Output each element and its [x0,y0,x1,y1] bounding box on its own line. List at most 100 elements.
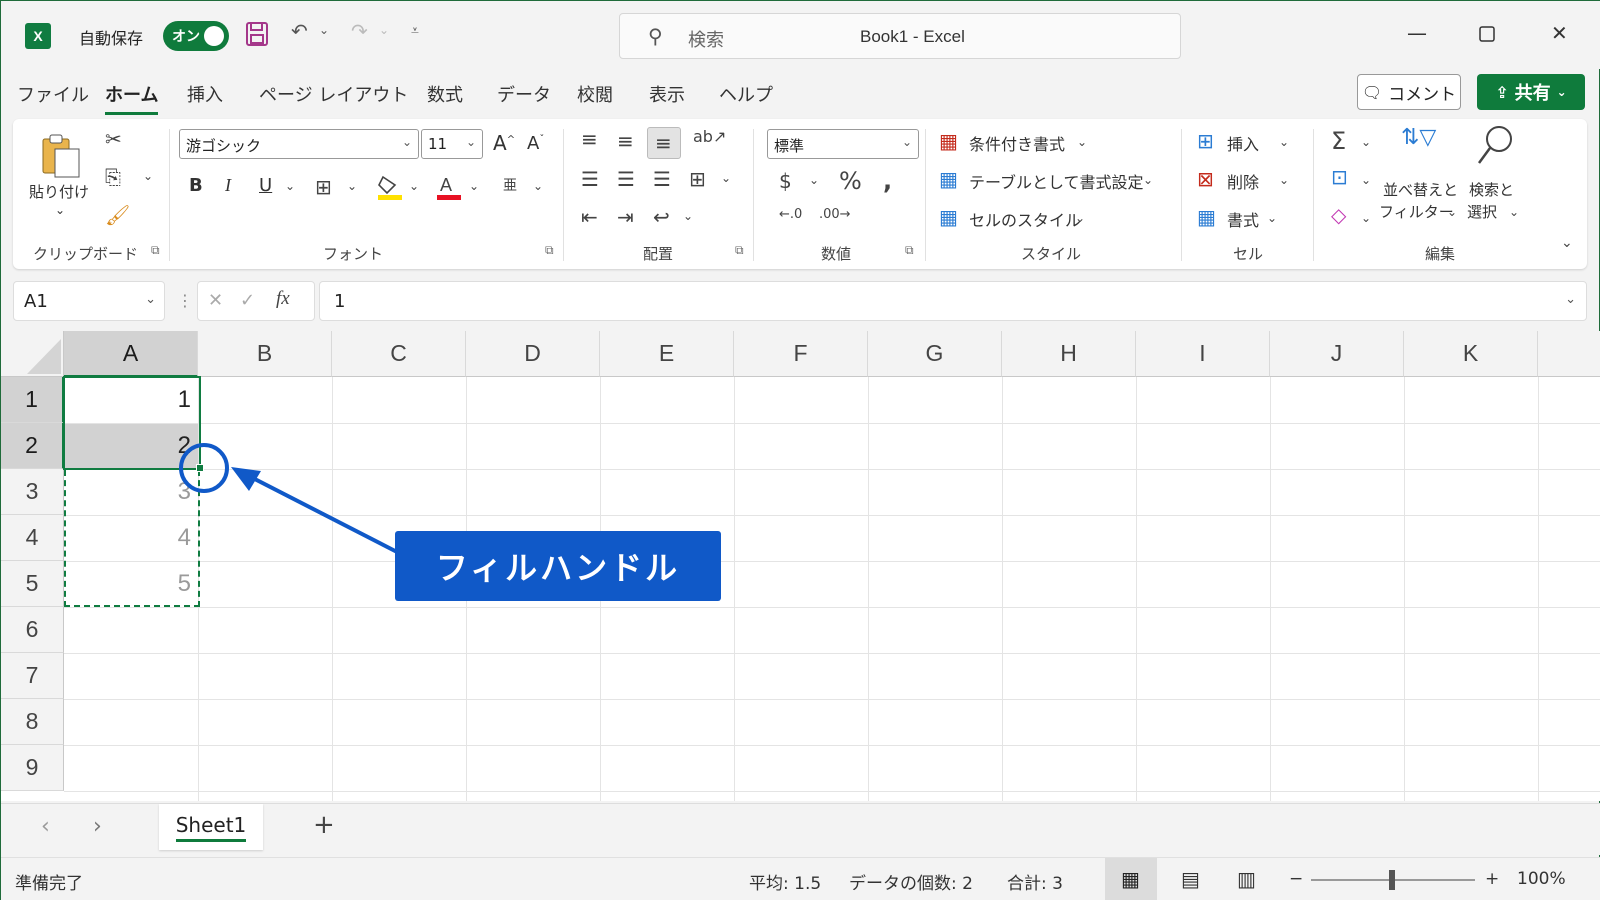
comment-button[interactable]: 🗨 コメント [1357,74,1461,110]
tab-home[interactable]: ホーム [105,81,159,115]
save-icon[interactable] [245,21,269,52]
zoom-level[interactable]: 100% [1517,869,1566,889]
fill-dropdown-icon[interactable]: ⌄ [1361,173,1371,187]
copy-icon[interactable]: ⎘ [105,165,121,189]
column-header-b[interactable]: B [198,331,332,377]
format-as-table-button[interactable]: テーブルとして書式設定 [969,169,1144,193]
autosum-dropdown-icon[interactable]: ⌄ [1361,135,1371,149]
page-layout-view-icon[interactable]: ▤ [1181,867,1200,891]
wrap-text-icon[interactable]: ↩ [653,205,670,229]
delete-cells-icon[interactable]: ⊠ [1197,167,1214,191]
tab-page-layout[interactable]: ページ レイアウト [259,81,408,107]
insert-cells-button[interactable]: 挿入 [1227,131,1259,155]
formula-input[interactable]: 1 ⌄ [319,281,1587,321]
increase-font-icon[interactable]: A^ [493,131,515,155]
decrease-font-icon[interactable]: Aˇ [527,133,544,154]
align-center-icon[interactable]: ☰ [617,167,635,191]
currency-dropdown-icon[interactable]: ⌄ [809,173,819,187]
copy-dropdown-icon[interactable]: ⌄ [143,169,153,183]
redo-dropdown-icon[interactable]: ⌄ [379,23,389,37]
merge-dropdown-icon[interactable]: ⌄ [721,171,731,185]
underline-dropdown-icon[interactable]: ⌄ [285,179,295,193]
conditional-format-icon[interactable]: ▦ [939,129,958,153]
align-middle-icon[interactable]: ≡ [617,129,634,153]
column-header-l[interactable] [1538,331,1600,377]
phonetic-dropdown-icon[interactable]: ⌄ [533,179,543,193]
row-header-5[interactable]: 5 [1,561,64,607]
format-as-table-icon[interactable]: ▦ [939,167,958,191]
row-header-6[interactable]: 6 [1,607,64,653]
status-average[interactable]: 平均: 1.5 [749,869,821,894]
tab-formulas[interactable]: 数式 [427,81,463,107]
name-box[interactable]: A1 ⌄ [13,281,165,321]
paste-icon[interactable] [39,131,83,184]
row-header-3[interactable]: 3 [1,469,64,515]
chevron-down-icon[interactable]: ⌄ [1143,173,1153,187]
cancel-icon[interactable]: ✕ [208,290,223,311]
column-header-a[interactable]: A [64,331,198,377]
paste-dropdown-icon[interactable]: ⌄ [55,203,65,217]
sort-filter-label-2[interactable]: フィルター [1379,201,1454,222]
zoom-in-icon[interactable]: + [1485,869,1499,889]
next-sheet-icon[interactable]: › [93,814,102,839]
undo-icon[interactable]: ↶ [291,19,308,43]
enter-icon[interactable]: ✓ [240,290,255,311]
paste-label[interactable]: 貼り付け [29,181,89,202]
clipboard-launcher-icon[interactable]: ⧉ [151,243,160,258]
insert-cells-icon[interactable]: ⊞ [1197,129,1214,153]
share-button[interactable]: ⇪ 共有 ⌄ [1477,74,1585,110]
clear-dropdown-icon[interactable]: ⌄ [1361,211,1371,225]
undo-dropdown-icon[interactable]: ⌄ [319,23,329,37]
align-top-icon[interactable]: ≡ [581,127,598,151]
increase-decimal-icon[interactable]: ←.0 [779,207,802,222]
select-all-button[interactable] [1,331,64,377]
status-count[interactable]: データの個数: 2 [849,869,973,894]
clear-icon[interactable]: ◇ [1331,203,1346,227]
cut-icon[interactable]: ✂ [105,127,122,151]
column-header-h[interactable]: H [1002,331,1136,377]
cell-styles-icon[interactable]: ▦ [939,205,958,229]
font-family-select[interactable]: 游ゴシック ⌄ [179,129,419,159]
row-header-8[interactable]: 8 [1,699,64,745]
wrap-dropdown-icon[interactable]: ⌄ [683,209,693,223]
increase-indent-icon[interactable]: ⇥ [617,205,634,229]
zoom-out-icon[interactable]: − [1289,869,1303,889]
number-format-select[interactable]: 標準 ⌄ [767,129,919,159]
autosave-toggle[interactable]: オン [163,21,229,51]
column-header-g[interactable]: G [868,331,1002,377]
redo-icon[interactable]: ↷ [351,19,368,43]
italic-button[interactable]: I [225,175,231,196]
search-box[interactable]: ⚲ 検索 Book1 - Excel [619,13,1181,59]
number-launcher-icon[interactable]: ⧉ [905,243,914,258]
chevron-down-icon[interactable]: ⌄ [1279,173,1289,187]
align-left-icon[interactable]: ☰ [581,167,599,191]
border-dropdown-icon[interactable]: ⌄ [347,179,357,193]
fill-icon[interactable]: ⊡ [1331,165,1348,189]
tab-data[interactable]: データ [497,81,551,107]
orientation-icon[interactable]: ab↗ [693,127,726,146]
row-header-7[interactable]: 7 [1,653,64,699]
tab-insert[interactable]: 挿入 [187,81,223,107]
bold-button[interactable]: B [189,175,203,196]
underline-button[interactable]: U [259,175,272,196]
border-icon[interactable]: ⊞ [315,175,332,199]
find-select-label-1[interactable]: 検索と [1469,179,1514,200]
align-right-icon[interactable]: ☰ [653,167,671,191]
row-header-1[interactable]: 1 [1,377,64,423]
fill-color-icon[interactable] [377,173,403,206]
row-header-9[interactable]: 9 [1,745,64,791]
alignment-launcher-icon[interactable]: ⧉ [735,243,744,258]
collapse-ribbon-icon[interactable]: ⌄ [1561,235,1573,251]
chevron-down-icon[interactable]: ⌄ [1509,205,1519,219]
tab-file[interactable]: ファイル [17,81,89,107]
autosum-icon[interactable]: Σ [1331,127,1346,155]
worksheet-grid[interactable]: A B C D E F G H I J K 1 2 3 4 5 6 7 8 9 … [1,331,1600,801]
sort-filter-label-1[interactable]: 並べ替えと [1383,179,1458,200]
sheet-tab-sheet1[interactable]: Sheet1 [159,804,263,850]
percent-icon[interactable]: % [839,167,862,195]
close-icon[interactable]: ✕ [1551,21,1568,45]
column-header-f[interactable]: F [734,331,868,377]
format-cells-button[interactable]: 書式 [1227,207,1259,231]
column-header-d[interactable]: D [466,331,600,377]
conditional-format-button[interactable]: 条件付き書式 [969,131,1065,155]
